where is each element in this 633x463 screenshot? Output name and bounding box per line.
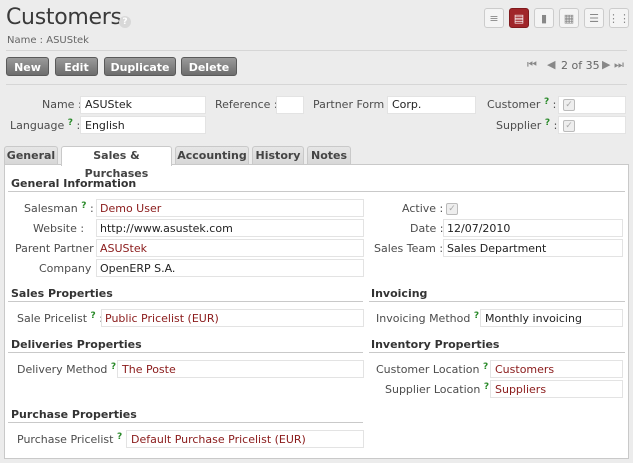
reference-label: Reference : [215,98,278,111]
section-divider [369,301,625,302]
first-page-icon[interactable]: ⏮ [527,58,537,72]
toolbar-divider [6,84,627,85]
sales-team-label: Sales Team : [374,242,444,255]
partner-form-label: Partner Form : [313,98,392,111]
help-icon[interactable]: ? [474,311,479,321]
parent-partner-value[interactable]: ASUStek [100,242,147,255]
help-icon[interactable]: ? [81,201,86,211]
section-divider [369,352,625,353]
section-heading: Purchase Properties [11,408,137,421]
date-label: Date : [410,222,444,235]
help-icon[interactable]: ? [91,311,96,321]
salesman-label-text: Salesman [24,202,78,215]
section-heading: Sales Properties [11,287,113,300]
delete-button[interactable]: Delete [181,57,237,76]
gantt-view-icon[interactable]: ☰ [584,8,604,28]
customer-label-text: Customer [487,98,541,111]
colon: : [89,202,94,215]
tab-accounting[interactable]: Accounting [175,146,249,165]
delivery-method-label-text: Delivery Method [17,363,108,376]
sales-team-value: Sales Department [447,242,547,255]
colon: : [553,119,558,132]
purchase-pricelist-label-text: Purchase Pricelist [17,433,114,446]
company-value: OpenERP S.A. [100,262,176,275]
language-label-text: Language [10,119,65,132]
website-value[interactable]: http://www.asustek.com [100,222,233,235]
duplicate-button[interactable]: Duplicate [104,57,176,76]
invoicing-method-value: Monthly invoicing [485,312,582,325]
record-subtitle: Name : ASUStek [7,35,89,46]
section-heading: Deliveries Properties [11,338,142,351]
invoicing-method-label-text: Invoicing Method [376,312,471,325]
website-label: Website : [33,222,85,235]
salesman-value[interactable]: Demo User [100,202,161,215]
section-heading: Invoicing [371,287,428,300]
help-icon[interactable]: ? [119,16,131,28]
supplier-label-text: Supplier [496,119,542,132]
sale-pricelist-label: Sale Pricelist ? : [17,311,103,325]
purchase-pricelist-label: Purchase Pricelist ? : [17,432,129,446]
edit-button[interactable]: Edit [55,57,98,76]
customer-label: Customer ? : [487,97,557,111]
customer-location-label-text: Customer Location [376,363,480,376]
tab-notes[interactable]: Notes [307,146,351,165]
next-page-icon[interactable]: ▶ [602,58,610,71]
pager-text: 2 of 35 [561,59,600,72]
help-icon[interactable]: ? [544,97,549,107]
reference-field[interactable] [276,96,304,114]
tab-sales-purchases[interactable]: Sales & Purchases [61,146,172,180]
prev-page-icon[interactable]: ◀ [547,58,555,71]
help-icon[interactable]: ? [68,118,73,128]
colon: : [552,98,557,111]
date-value: 12/07/2010 [447,222,511,235]
help-icon[interactable]: ? [484,382,489,392]
graph-view-icon[interactable]: ▮ [534,8,554,28]
company-label: Company : [39,262,99,275]
customer-location-value[interactable]: Customers [495,363,554,376]
section-divider [8,191,625,192]
help-icon[interactable]: ? [483,362,488,372]
supplier-location-label: Supplier Location ? : [385,382,496,396]
language-value: English [85,119,125,132]
supplier-label: Supplier ? : [496,118,558,132]
tab-history[interactable]: History [252,146,304,165]
form-view-icon[interactable]: ▤ [509,8,529,28]
purchase-pricelist-value[interactable]: Default Purchase Pricelist (EUR) [131,433,306,446]
page-title: Customers [6,5,122,30]
kanban-view-icon[interactable]: ⋮⋮ [608,8,630,28]
new-button[interactable]: New [6,57,49,76]
customer-checkbox[interactable]: ✓ [563,99,575,111]
supplier-location-value[interactable]: Suppliers [495,383,546,396]
help-icon[interactable]: ? [545,118,550,128]
sale-pricelist-label-text: Sale Pricelist [17,312,88,325]
section-divider [8,301,363,302]
last-page-icon[interactable]: ⏭ [614,58,624,72]
list-view-icon[interactable]: ≡ [484,8,504,28]
language-label: Language ? : [10,118,80,132]
sale-pricelist-value[interactable]: Public Pricelist (EUR) [105,312,219,325]
section-divider [8,352,363,353]
delivery-method-label: Delivery Method ? : [17,362,123,376]
invoicing-method-label: Invoicing Method ? : [376,311,486,325]
active-checkbox[interactable]: ✓ [446,203,458,215]
parent-partner-label: Parent Partner : [15,242,101,255]
delivery-method-value[interactable]: The Poste [122,363,176,376]
section-divider [8,422,363,423]
help-icon[interactable]: ? [117,432,122,442]
section-heading: Inventory Properties [371,338,500,351]
name-label: Name : [42,98,82,111]
customer-location-label: Customer Location ? : [376,362,495,376]
help-icon[interactable]: ? [111,362,116,372]
supplier-location-label-text: Supplier Location [385,383,481,396]
title-divider [6,50,627,51]
supplier-checkbox[interactable]: ✓ [563,120,575,132]
tab-general[interactable]: General [4,146,58,165]
salesman-label: Salesman ? : [24,201,94,215]
name-value: ASUStek [85,98,132,111]
active-label: Active : [402,202,444,215]
partner-form-value: Corp. [392,98,422,111]
calendar-view-icon[interactable]: ▦ [559,8,579,28]
